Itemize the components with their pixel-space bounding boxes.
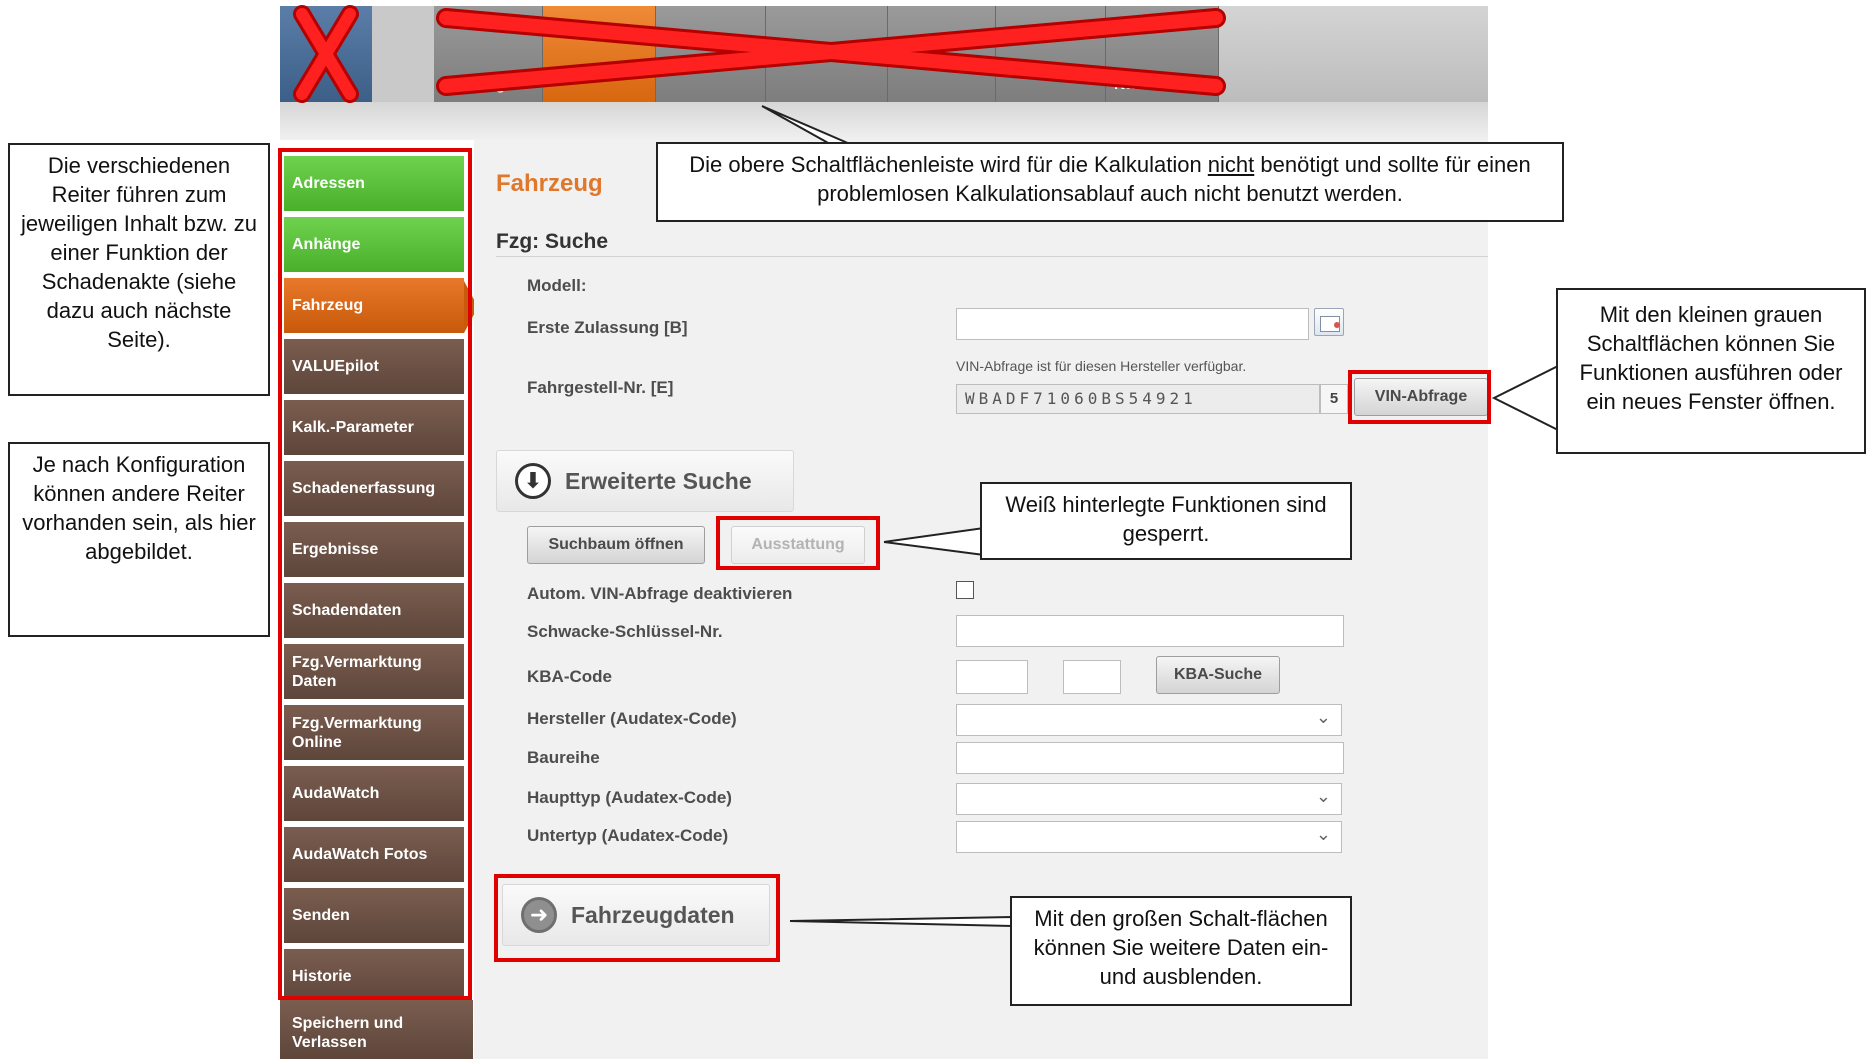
note-text: Die obere Schaltflächenleiste wird für d… bbox=[689, 152, 1208, 177]
note-large-buttons: Mit den großen Schalt-flächen können Sie… bbox=[1010, 896, 1352, 1006]
note-small-buttons: Mit den kleinen grauen Schaltflächen kön… bbox=[1556, 288, 1866, 454]
callout-tail-top bbox=[761, 105, 851, 145]
callout-tail-bottom bbox=[789, 915, 1013, 928]
note-disabled-functions: Weiß hinterlegte Funktionen sind gesperr… bbox=[980, 482, 1352, 560]
note-text-underlined: nicht bbox=[1207, 152, 1255, 177]
callout-tail-middle bbox=[883, 526, 985, 557]
callout-tail-right bbox=[1491, 364, 1559, 432]
note-configuration: Je nach Konfiguration können andere Reit… bbox=[8, 442, 270, 637]
note-top-toolbar: Die obere Schaltflächenleiste wird für d… bbox=[656, 142, 1564, 222]
note-tabs-explanation: Die verschiedenen Reiter führen zum jewe… bbox=[8, 143, 270, 396]
